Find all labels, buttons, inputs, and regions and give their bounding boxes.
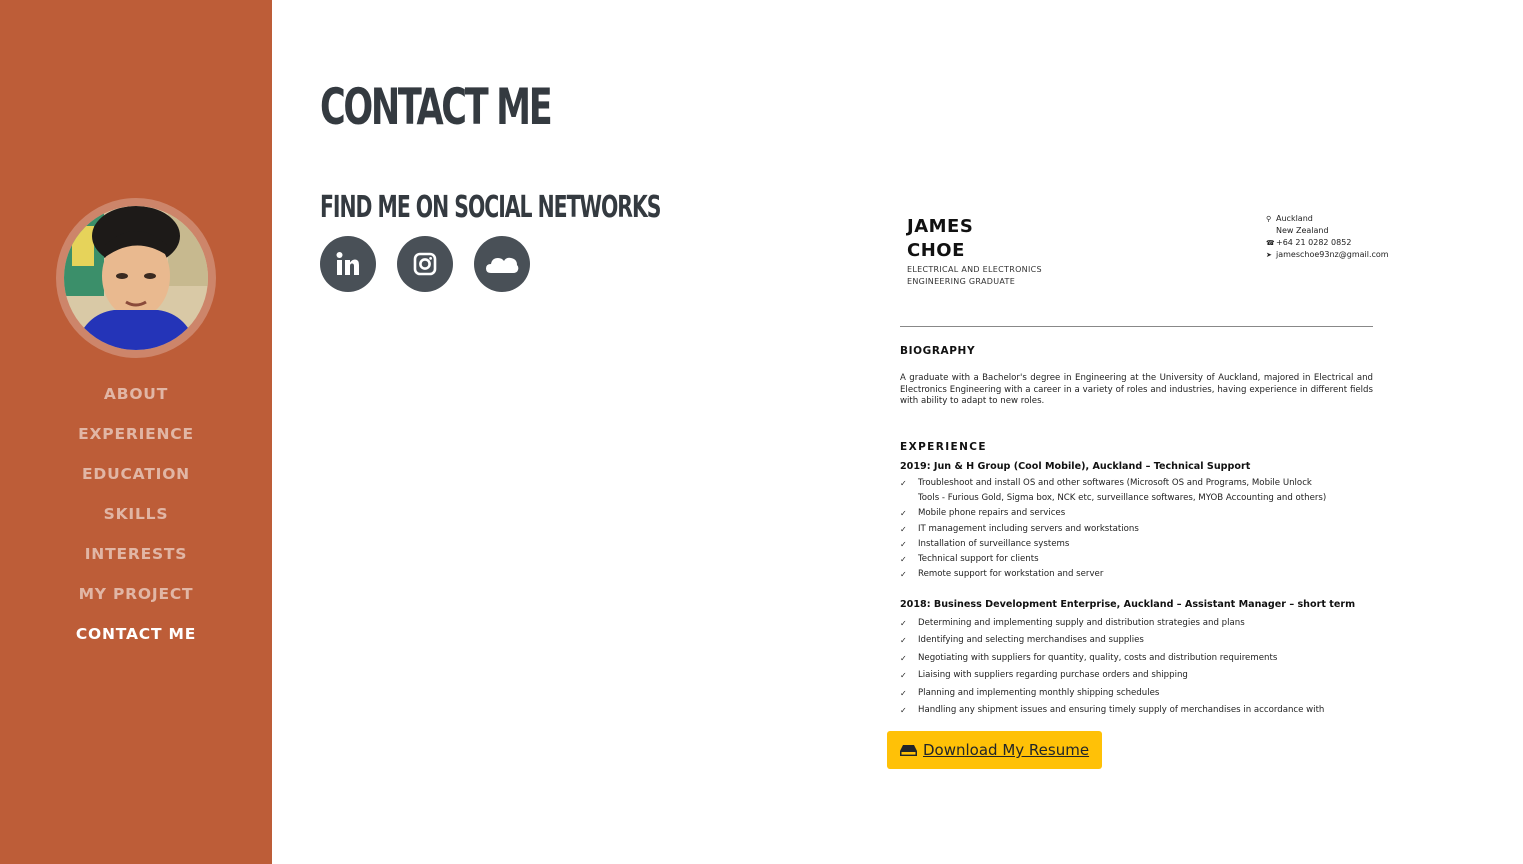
send-icon: ➤ <box>1266 251 1272 259</box>
soundcloud-icon <box>486 257 519 273</box>
list-item: Negotiating with suppliers for quantity,… <box>900 650 1324 668</box>
linkedin-button[interactable] <box>320 236 376 292</box>
page-title: CONTACT ME <box>320 78 553 136</box>
list-item: Mobile phone repairs and services <box>900 506 1326 521</box>
list-item: Remote support for workstation and serve… <box>900 567 1326 582</box>
list-item: Liaising with suppliers regarding purcha… <box>900 667 1324 685</box>
nav-interests[interactable]: INTERESTS <box>85 545 188 563</box>
list-item: Technical support for clients <box>900 552 1326 567</box>
sidebar: ABOUT EXPERIENCE EDUCATION SKILLS INTERE… <box>0 0 272 864</box>
cloud-button[interactable] <box>474 236 530 292</box>
list-item: Identifying and selecting merchandises a… <box>900 632 1324 650</box>
nav-experience[interactable]: EXPERIENCE <box>78 425 194 443</box>
location-pin-icon: ⚲ <box>1266 215 1272 223</box>
instagram-button[interactable] <box>397 236 453 292</box>
nav-about[interactable]: ABOUT <box>104 385 168 403</box>
list-item: Troubleshoot and install OS and other so… <box>900 476 1326 491</box>
hdd-icon <box>900 744 917 756</box>
download-label: Download My Resume <box>923 741 1090 759</box>
sidebar-nav: ABOUT EXPERIENCE EDUCATION SKILLS INTERE… <box>0 374 272 654</box>
nav-education[interactable]: EDUCATION <box>82 465 190 483</box>
social-heading: FIND ME ON SOCIAL NETWORKS <box>320 190 661 225</box>
list-item: Installation of surveillance systems <box>900 537 1326 552</box>
list-item: Planning and implementing monthly shippi… <box>900 685 1324 703</box>
instagram-icon <box>413 252 437 276</box>
resume-job-title: 2019: Jun & H Group (Cool Mobile), Auckl… <box>900 461 1251 472</box>
list-item: Determining and implementing supply and … <box>900 615 1324 633</box>
resume-role: ELECTRICAL AND ELECTRONICS ENGINEERING G… <box>907 265 1042 286</box>
resume-bio-text: A graduate with a Bachelor's degree in E… <box>900 373 1373 406</box>
resume-exp-heading: EXPERIENCE <box>900 441 987 453</box>
resume-job-title: 2018: Business Development Enterprise, A… <box>900 599 1356 610</box>
resume-job-list: Determining and implementing supply and … <box>900 615 1324 715</box>
resume-preview[interactable]: JAMES CHOE ELECTRICAL AND ELECTRONICS EN… <box>888 195 1418 715</box>
profile-photo <box>64 206 208 350</box>
phone-icon: ☎ <box>1266 239 1275 247</box>
divider <box>900 326 1373 327</box>
resume-job-list: Troubleshoot and install OS and other so… <box>900 476 1327 583</box>
avatar[interactable] <box>56 198 216 358</box>
nav-my-project[interactable]: MY PROJECT <box>79 585 194 603</box>
list-item: Handling any shipment issues and ensurin… <box>900 702 1324 715</box>
nav-contact-me[interactable]: CONTACT ME <box>76 625 196 643</box>
resume-name: JAMES CHOE <box>907 216 974 261</box>
linkedin-icon <box>336 252 359 275</box>
list-item: IT management including servers and work… <box>900 522 1326 537</box>
resume-contact: ⚲ Auckland New Zealand ☎+64 21 0282 0852 … <box>1266 214 1389 259</box>
list-item: Tools - Furious Gold, Sigma box, NCK etc… <box>918 493 1327 504</box>
download-resume-button[interactable]: Download My Resume <box>887 731 1102 769</box>
nav-skills[interactable]: SKILLS <box>104 505 169 523</box>
social-links <box>320 236 530 292</box>
resume-bio-heading: BIOGRAPHY <box>900 345 976 357</box>
